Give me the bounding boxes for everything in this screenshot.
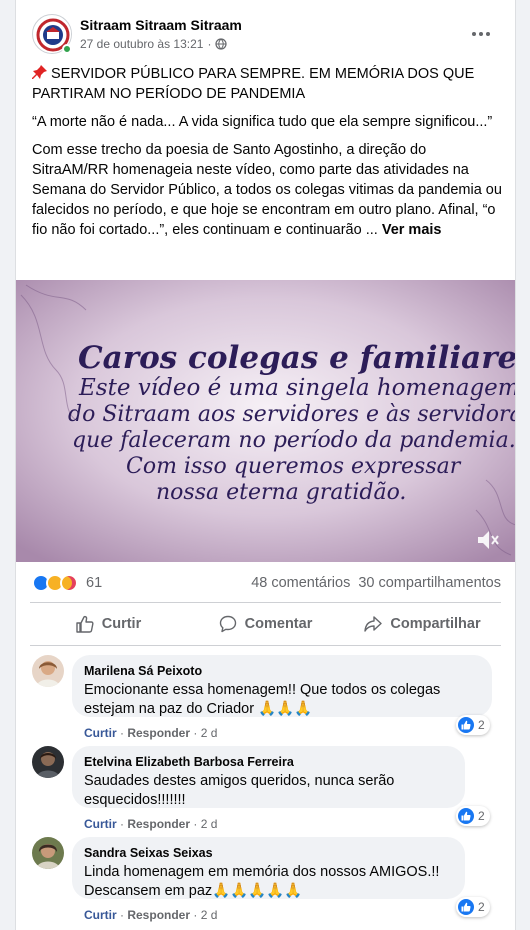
care-reaction-icon (60, 574, 78, 592)
comment-icon (219, 615, 237, 633)
commenter-name[interactable]: Sandra Seixas Seixas (84, 845, 453, 861)
commenter-avatar[interactable] (32, 655, 64, 687)
comment-bubble: Marilena Sá Peixoto Emocionante essa hom… (72, 655, 492, 717)
comment-reaction-number: 2 (478, 809, 485, 823)
like-badge-icon (458, 899, 474, 915)
share-icon (364, 615, 383, 633)
comment-reaction-count[interactable]: 2 (456, 715, 490, 735)
video-line-4: que faleceram no período da pandemia. (72, 428, 516, 453)
thumbs-up-icon (76, 615, 94, 633)
commenter-name[interactable]: Marilena Sá Peixoto (84, 663, 480, 679)
divider-top (30, 602, 501, 603)
online-status-dot (62, 44, 72, 54)
meta-separator: · (207, 37, 212, 51)
comment-reply-link[interactable]: Responder (127, 726, 190, 740)
comment-reaction-number: 2 (478, 718, 485, 732)
comment-like-link[interactable]: Curtir (84, 908, 117, 922)
comment-reaction-count[interactable]: 2 (456, 806, 490, 826)
video-line-5: Com isso queremos expressar (126, 454, 462, 479)
like-label: Curtir (101, 616, 142, 632)
globe-icon (215, 38, 228, 50)
comment-like-link[interactable]: Curtir (84, 726, 117, 740)
post-text: SERVIDOR PÚBLICO PARA SEMPRE. EM MEMÓRIA… (32, 64, 503, 248)
comments-count[interactable]: 48 comentários (251, 575, 350, 591)
post-body: Com esse trecho da poesia de Santo Agost… (32, 140, 503, 240)
comment-label: Comentar (244, 616, 313, 632)
post-actions: Curtir Comentar Compartilhar (30, 604, 501, 644)
comment-bubble: Sandra Seixas Seixas Linda homenagem em … (72, 837, 465, 899)
reactions-count[interactable]: 61 (86, 575, 102, 591)
post-quote: “A morte não é nada... A vida significa … (32, 114, 493, 130)
post-card: Sitraam Sitraam Sitraam 27 de outubro às… (15, 0, 516, 930)
shares-count[interactable]: 30 compartilhamentos (358, 575, 501, 591)
comment-item: Etelvina Elizabeth Barbosa Ferreira Saud… (32, 746, 501, 832)
comment-text-line-1: Linda homenagem em memória dos nossos AM… (84, 864, 440, 880)
see-more-link[interactable]: Ver mais (382, 222, 442, 238)
comment-reaction-count[interactable]: 2 (456, 897, 490, 917)
share-label: Compartilhar (390, 616, 481, 632)
like-badge-icon (458, 717, 474, 733)
more-options-icon[interactable] (469, 24, 493, 44)
comment-footer: Curtir · Responder · 2 d (84, 726, 218, 740)
comment-text-line-2: estejam na paz do Criador 🙏🙏🙏 (84, 701, 313, 717)
comment-time[interactable]: 2 d (201, 908, 218, 922)
comment-bubble: Etelvina Elizabeth Barbosa Ferreira Saud… (72, 746, 465, 808)
engagement-counts: 48 comentários 30 compartilhamentos (251, 575, 501, 591)
comment-reaction-number: 2 (478, 900, 485, 914)
share-button[interactable]: Compartilhar (344, 604, 501, 644)
comment-text-line-2: Descansem em paz🙏🙏🙏🙏🙏 (84, 883, 303, 899)
comment-text-line-2: esquecidos!!!!!!! (84, 792, 186, 808)
post-timestamp[interactable]: 27 de outubro às 13:21 (80, 37, 203, 51)
comment-item: Marilena Sá Peixoto Emocionante essa hom… (32, 655, 501, 741)
commenter-name[interactable]: Etelvina Elizabeth Barbosa Ferreira (84, 754, 453, 770)
post-meta: 27 de outubro às 13:21 · (80, 37, 228, 51)
commenter-avatar[interactable] (32, 746, 64, 778)
video-line-6: nossa eterna gratidão. (156, 480, 406, 505)
reactions-summary: 61 48 comentários 30 compartilhamentos (32, 570, 501, 596)
comment-text-line-1: Emocionante essa homenagem!! Que todos o… (84, 682, 441, 698)
post-title-line: SERVIDOR PÚBLICO PARA SEMPRE. EM MEMÓRIA… (32, 64, 503, 104)
pushpin-icon (32, 64, 48, 80)
comment-time[interactable]: 2 d (201, 817, 218, 831)
video-line-3: do Sitraam aos servidores e às servidora… (68, 402, 516, 427)
video-line-1: Caros colegas e familiares. (78, 340, 516, 376)
comment-reply-link[interactable]: Responder (127, 817, 190, 831)
video-line-2: Este vídeo é uma singela homenagem (78, 375, 516, 401)
comment-like-link[interactable]: Curtir (84, 817, 117, 831)
post-title-text: SERVIDOR PÚBLICO PARA SEMPRE. EM MEMÓRIA… (32, 66, 475, 102)
video-player[interactable]: Caros colegas e familiares. Este vídeo é… (16, 280, 516, 562)
comment-reply-link[interactable]: Responder (127, 908, 190, 922)
post-header: Sitraam Sitraam Sitraam 27 de outubro às… (32, 14, 505, 58)
comment-footer: Curtir · Responder · 2 d (84, 908, 218, 922)
comment-item: Sandra Seixas Seixas Linda homenagem em … (32, 837, 501, 927)
post-author[interactable]: Sitraam Sitraam Sitraam (80, 17, 242, 33)
comment-footer: Curtir · Responder · 2 d (84, 817, 218, 831)
like-button[interactable]: Curtir (30, 604, 187, 644)
divider-bottom (30, 645, 501, 646)
comment-text-line-1: Saudades destes amigos queridos, nunca s… (84, 773, 395, 789)
comment-button[interactable]: Comentar (187, 604, 344, 644)
like-badge-icon (458, 808, 474, 824)
reaction-icons[interactable] (32, 574, 78, 592)
comment-time[interactable]: 2 d (201, 726, 218, 740)
commenter-avatar[interactable] (32, 837, 64, 869)
